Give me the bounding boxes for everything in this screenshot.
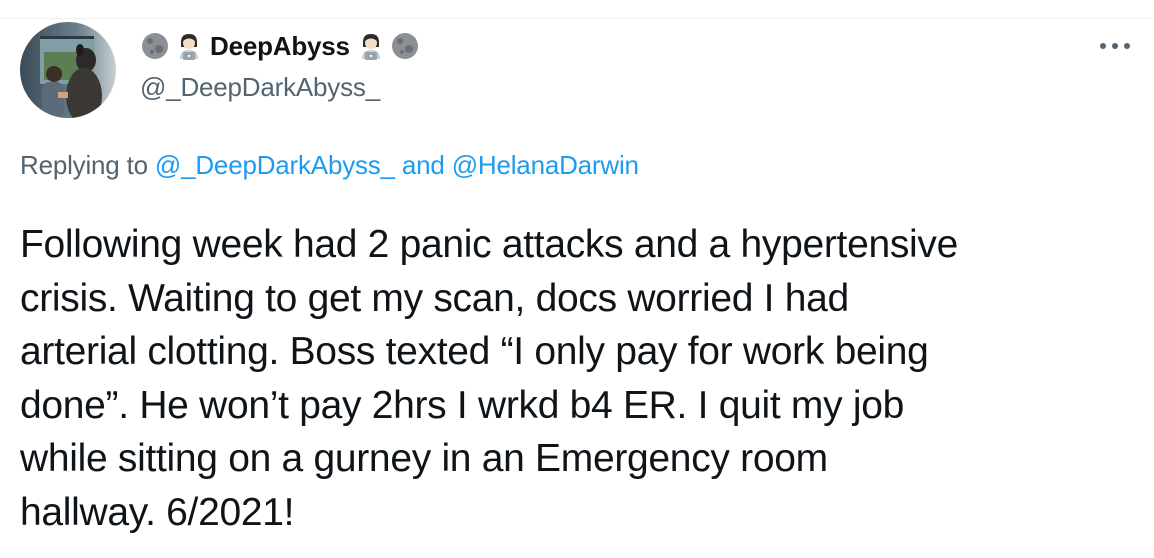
tweet-text-line: hallway. 6/2021! <box>20 490 295 534</box>
top-divider <box>0 18 1154 19</box>
woman-technologist-icon <box>361 34 380 60</box>
mention-link-helanadarwin[interactable]: @HelanaDarwin <box>452 150 639 180</box>
more-options-button[interactable] <box>1098 36 1132 56</box>
user-handle[interactable]: @_DeepDarkAbyss_ <box>140 72 420 103</box>
more-dots-icon <box>1100 43 1130 49</box>
reply-context: Replying to @_DeepDarkAbyss_ and @Helana… <box>20 150 639 181</box>
display-name[interactable]: DeepAbyss <box>210 31 350 62</box>
tweet-text-line: arterial clotting. Boss texted “I only p… <box>20 330 929 373</box>
avatar[interactable] <box>20 22 116 118</box>
tweet-text-line: crisis. Waiting to get my scan, docs wor… <box>20 276 849 320</box>
tweet-text: Following week had 2 panic attacks and a… <box>20 218 1148 539</box>
reply-prefix: Replying to <box>20 150 155 180</box>
display-name-row[interactable]: DeepAbyss <box>140 26 420 66</box>
moon-icon <box>391 33 418 59</box>
tweet-text-line: done”. He won’t pay 2hrs I wrkd b4 ER. I… <box>20 383 904 427</box>
woman-technologist-icon <box>180 34 198 60</box>
tweet-text-line: while sitting on a gurney in an Emergenc… <box>20 437 828 480</box>
moon-icon <box>142 33 168 59</box>
reply-conjunction[interactable]: and <box>395 150 452 180</box>
tweet-text-line: Following week had 2 panic attacks and a… <box>20 223 959 266</box>
mention-link-deepdarkabyss[interactable]: @_DeepDarkAbyss_ <box>155 150 395 180</box>
tweet-author[interactable]: DeepAbyss @_DeepDarkAbyss_ <box>140 26 420 106</box>
avatar-photo <box>20 22 116 118</box>
